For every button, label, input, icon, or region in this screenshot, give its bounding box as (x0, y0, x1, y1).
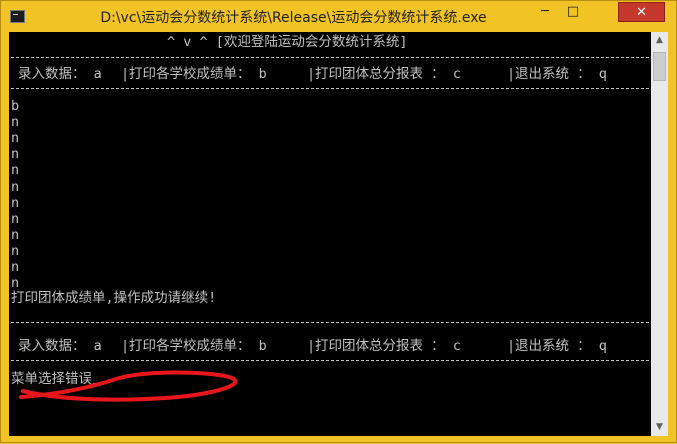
text-cursor (93, 383, 101, 385)
error-line: 菜单选择错误 (11, 371, 101, 387)
maximize-button[interactable]: □ (559, 2, 587, 22)
menu-item-enter-data: 录入数据： a (18, 338, 102, 354)
input-line: n (11, 226, 20, 243)
input-line: n (11, 242, 20, 259)
input-line: n (11, 275, 20, 292)
vertical-scrollbar[interactable]: ▲ ▼ (651, 32, 668, 436)
minimize-button[interactable]: ─ (531, 2, 559, 22)
input-line: n (11, 114, 20, 131)
menu-separator: | (507, 66, 516, 82)
menu-item-enter-data: 录入数据： a (18, 66, 102, 82)
input-line: n (11, 210, 20, 227)
menu-item-print-school: 打印各学校成绩单： b (129, 338, 267, 354)
menu-separator: | (307, 338, 316, 354)
menu-separator: | (507, 338, 516, 354)
menu-separator: | (121, 338, 130, 354)
divider-line (11, 360, 649, 361)
menu-item-print-team: 打印团体总分报表 ： c (315, 66, 461, 82)
error-message: 菜单选择错误 (11, 371, 92, 387)
scroll-up-icon[interactable]: ▲ (651, 32, 668, 49)
menu-separator: | (121, 66, 130, 82)
scroll-thumb[interactable] (653, 52, 666, 81)
divider-line (11, 88, 649, 89)
scroll-down-icon[interactable]: ▼ (651, 419, 668, 436)
success-message: 打印团体成绩单,操作成功请继续! (11, 290, 217, 306)
title-bar[interactable]: D:\vc\运动会分数统计系统\Release\运动会分数统计系统.exe ─ … (1, 1, 676, 32)
divider-line (11, 57, 649, 58)
input-line: n (11, 162, 20, 179)
menu-item-exit: 退出系统 ： q (515, 66, 607, 82)
menu-item-exit: 退出系统 ： q (515, 338, 607, 354)
window-title: D:\vc\运动会分数统计系统\Release\运动会分数统计系统.exe (100, 10, 487, 26)
welcome-header: ^ v ^ [欢迎登陆运动会分数统计系统] (167, 34, 408, 50)
menu-separator: | (307, 66, 316, 82)
input-line: b (11, 98, 20, 114)
input-line: n (11, 130, 20, 147)
input-line: n (11, 178, 20, 195)
input-line: n (11, 194, 20, 211)
input-line: n (11, 146, 20, 163)
console-output[interactable]: ^ v ^ [欢迎登陆运动会分数统计系统] 录入数据： a | 打印各学校成绩单… (9, 32, 651, 436)
console-window: D:\vc\运动会分数统计系统\Release\运动会分数统计系统.exe ─ … (0, 0, 677, 443)
close-button[interactable]: ✕ (618, 2, 665, 22)
console-app-icon[interactable] (10, 10, 25, 23)
menu-bar: 录入数据： a | 打印各学校成绩单： b | 打印团体总分报表 ： c | 退… (9, 337, 651, 355)
menu-item-print-team: 打印团体总分报表 ： c (315, 338, 461, 354)
menu-item-print-school: 打印各学校成绩单： b (129, 66, 267, 82)
divider-line (11, 322, 649, 323)
input-line: n (11, 259, 20, 275)
menu-bar: 录入数据： a | 打印各学校成绩单： b | 打印团体总分报表 ： c | 退… (9, 65, 651, 83)
